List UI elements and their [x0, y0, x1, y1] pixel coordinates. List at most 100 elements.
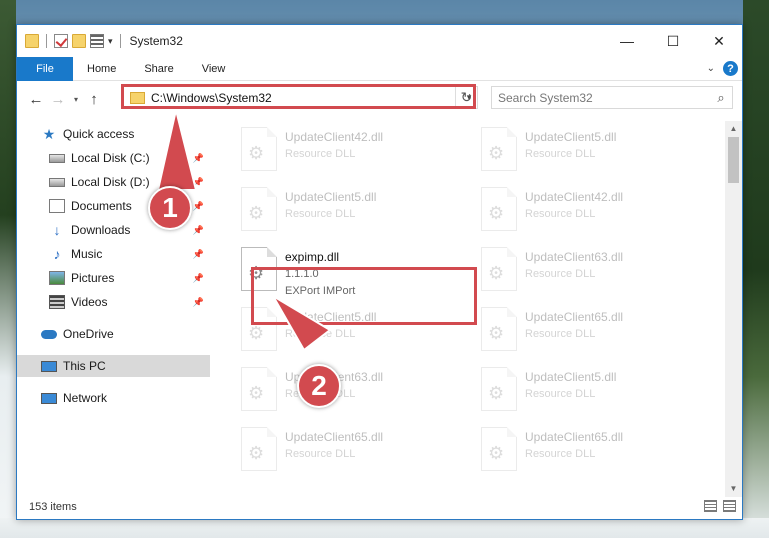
- file-item[interactable]: ⚙ UpdateClient5.dll Resource DLL: [477, 123, 707, 183]
- file-type: Resource DLL: [525, 448, 596, 460]
- sidebar-item-quick-access[interactable]: ★ Quick access: [17, 123, 210, 145]
- new-folder-icon[interactable]: [72, 34, 86, 48]
- desktop-background-right: [743, 0, 769, 538]
- view-buttons: [704, 500, 736, 512]
- gear-icon: ⚙: [248, 323, 265, 343]
- tab-view[interactable]: View: [188, 63, 240, 75]
- gear-icon: ⚙: [248, 443, 265, 463]
- ribbon-right-controls: ⌄ ?: [707, 61, 738, 76]
- file-item[interactable]: ⚙ UpdateClient63.dllResource DLL: [477, 243, 707, 303]
- sidebar-item-label: Pictures: [71, 271, 115, 285]
- close-button[interactable]: ✕: [696, 25, 742, 57]
- tab-share[interactable]: Share: [130, 63, 187, 75]
- address-path[interactable]: C:\Windows\System32: [151, 91, 461, 105]
- recent-locations-dropdown-icon[interactable]: ▾: [69, 95, 83, 104]
- sidebar-item-label: Documents: [71, 199, 132, 213]
- dll-file-icon: ⚙: [481, 307, 517, 351]
- address-bar[interactable]: C:\Windows\System32 ▾: [123, 86, 478, 109]
- pin-icon[interactable]: 📌: [193, 177, 204, 188]
- sidebar-item-label: Network: [63, 391, 108, 405]
- download-icon: ↓: [53, 222, 61, 238]
- file-name: UpdateClient65.dll: [525, 310, 624, 324]
- sidebar-item-network[interactable]: Network: [17, 387, 210, 409]
- pin-icon[interactable]: 📌: [193, 201, 204, 212]
- pin-icon[interactable]: 📌: [193, 297, 204, 308]
- scroll-thumb[interactable]: [728, 137, 739, 183]
- tab-file[interactable]: File: [17, 56, 73, 81]
- disk-icon: [49, 153, 65, 163]
- sidebar-item-label: This PC: [63, 359, 106, 373]
- sidebar-item-this-pc[interactable]: This PC: [17, 355, 210, 377]
- search-box[interactable]: Search System32 ⌕: [491, 86, 733, 109]
- window-title: System32: [129, 34, 183, 48]
- vertical-scrollbar[interactable]: ▲ ▼: [725, 121, 742, 497]
- dll-file-icon: ⚙: [481, 127, 517, 171]
- gear-icon: ⚙: [488, 383, 505, 403]
- help-icon[interactable]: ?: [723, 61, 738, 76]
- annotation-marker-2: 2: [297, 364, 341, 408]
- search-icon[interactable]: ⌕: [710, 90, 732, 106]
- maximize-button[interactable]: ☐: [650, 25, 696, 57]
- file-version: 1.1.1.0: [285, 268, 319, 280]
- dll-file-icon: ⚙: [481, 247, 517, 291]
- scroll-up-arrow-icon[interactable]: ▲: [725, 121, 742, 137]
- quick-access-toolbar: ▾: [17, 34, 124, 48]
- file-type: Resource DLL: [285, 148, 356, 160]
- sidebar-item-onedrive[interactable]: OneDrive: [17, 323, 210, 345]
- properties-icon[interactable]: [90, 34, 104, 48]
- title-bar: ▾ System32 — ☐ ✕: [17, 25, 742, 57]
- file-item[interactable]: ⚙ UpdateClient42.dll Resource DLL: [477, 183, 707, 243]
- annotation-marker-1: 1: [148, 186, 192, 230]
- search-input[interactable]: Search System32: [498, 91, 710, 105]
- up-arrow-icon[interactable]: ↑: [83, 91, 105, 108]
- file-list: ⚙ UpdateClient42.dll Resource DLL ⚙ Updat…: [227, 121, 727, 497]
- refresh-button[interactable]: ↻: [455, 86, 477, 109]
- gear-icon: ⚙: [248, 203, 265, 223]
- properties-check-icon[interactable]: [54, 34, 68, 48]
- star-icon: ★: [42, 125, 56, 142]
- dll-file-icon: ⚙: [481, 427, 517, 471]
- file-item[interactable]: ⚙ UpdateClient65.dll Resource DLL: [477, 303, 707, 363]
- expand-ribbon-chevron-icon[interactable]: ⌄: [707, 63, 715, 74]
- disk-icon: [49, 177, 65, 187]
- maximize-icon: ☐: [666, 32, 680, 49]
- navigation-bar: ← → ▾ ↑ C:\Windows\System32 ▾ ↻ Search S…: [17, 84, 742, 113]
- pin-icon[interactable]: 📌: [193, 225, 204, 236]
- details-view-icon[interactable]: [704, 500, 717, 512]
- pin-icon[interactable]: 📌: [193, 249, 204, 260]
- customize-toolbar-dropdown-icon[interactable]: ▾: [108, 36, 113, 47]
- back-arrow-icon[interactable]: ←: [25, 91, 47, 108]
- file-type: Resource DLL: [525, 148, 596, 160]
- large-icons-view-icon[interactable]: [723, 500, 736, 512]
- file-item[interactable]: ⚙ UpdateClient42.dll Resource DLL: [237, 123, 467, 183]
- gear-icon: ⚙: [248, 383, 265, 403]
- gear-icon: ⚙: [248, 143, 265, 163]
- file-name: UpdateClient42.dll: [285, 130, 384, 144]
- close-icon: ✕: [713, 32, 725, 49]
- file-item[interactable]: ⚙ UpdateClient63.dllResource DLL: [237, 363, 467, 423]
- sidebar-item-pictures[interactable]: Pictures 📌: [17, 267, 210, 289]
- sidebar-item-music[interactable]: ♪ Music 📌: [17, 243, 210, 265]
- sidebar-item-videos[interactable]: Videos 📌: [17, 291, 210, 313]
- gear-icon: ⚙: [488, 143, 505, 163]
- file-name: UpdateClient65.dll: [525, 430, 624, 444]
- sidebar-item-local-disk-c[interactable]: Local Disk (C:) 📌: [17, 147, 210, 169]
- pin-icon[interactable]: 📌: [193, 273, 204, 284]
- folder-icon: [130, 91, 145, 104]
- tab-home[interactable]: Home: [73, 63, 130, 75]
- refresh-icon: ↻: [460, 89, 473, 105]
- file-item[interactable]: ⚙ UpdateClient5.dll Resource DLL: [237, 303, 467, 363]
- sidebar-item-label: Videos: [71, 295, 108, 309]
- file-item[interactable]: ⚙ UpdateClient5.dll Resource DLL: [237, 183, 467, 243]
- file-name: UpdateClient42.dll: [525, 190, 624, 204]
- forward-arrow-icon[interactable]: →: [47, 91, 69, 108]
- file-item[interactable]: ⚙ UpdateClient5.dll Resource DLL: [477, 363, 707, 423]
- dll-file-icon: ⚙: [481, 187, 517, 231]
- music-icon: ♪: [53, 246, 61, 262]
- file-item[interactable]: ⚙ UpdateClient65.dll Resource DLL: [477, 423, 707, 483]
- pin-icon[interactable]: 📌: [193, 153, 204, 164]
- file-item-expimp[interactable]: ⚙ expimp.dll 1.1.1.0 EXPort IMPort: [237, 243, 467, 303]
- file-item[interactable]: ⚙ UpdateClient65.dll Resource DLL: [237, 423, 467, 483]
- file-type: Resource DLL: [525, 268, 596, 280]
- minimize-button[interactable]: —: [604, 25, 650, 57]
